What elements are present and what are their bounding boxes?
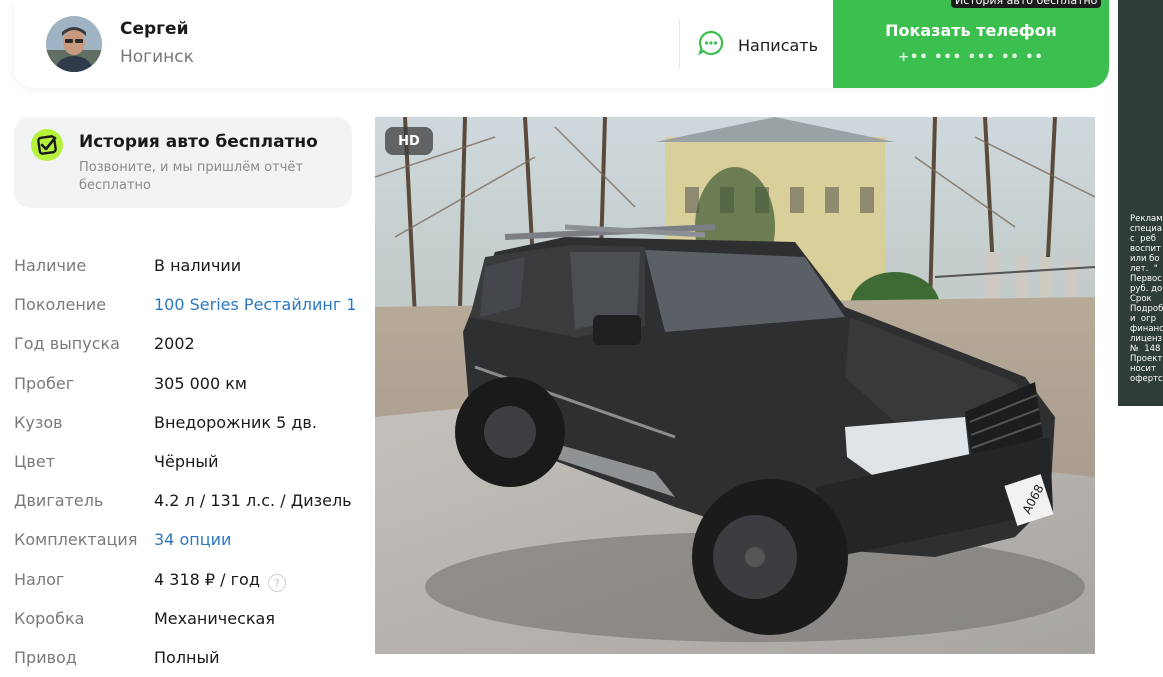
spec-row-availability: Наличие В наличии xyxy=(14,246,354,285)
show-phone-label: Показать телефон xyxy=(885,21,1057,40)
spec-label: Двигатель xyxy=(14,491,104,511)
spec-label: Пробег xyxy=(14,373,75,393)
spec-row-tax: Налог 4 318 ₽ / год? xyxy=(14,560,354,599)
masked-phone: +•• ••• ••• •• •• xyxy=(898,50,1044,65)
spec-value-wrap: 4 318 ₽ / год? xyxy=(154,570,286,592)
spec-row-generation: Поколение 100 Series Рестайлинг 1 xyxy=(14,285,356,324)
car-history-banner[interactable]: История авто бесплатно Позвоните, и мы п… xyxy=(14,117,352,208)
spec-value: 305 000 км xyxy=(154,373,247,393)
seller-avatar[interactable] xyxy=(46,16,102,72)
spec-value: Чёрный xyxy=(154,451,219,471)
spec-label: Коробка xyxy=(14,608,85,628)
specs-list: Наличие В наличии Поколение 100 Series Р… xyxy=(14,246,356,677)
seller-name[interactable]: Сергей xyxy=(120,19,189,39)
spec-label: Комплектация xyxy=(14,530,138,550)
show-phone-button[interactable]: Показать телефон +•• ••• ••• •• •• xyxy=(833,0,1109,88)
ad-label: История авто бесплатно xyxy=(951,0,1102,8)
spec-label: Кузов xyxy=(14,412,63,432)
spec-value: 4 318 ₽ / год xyxy=(154,569,260,589)
spec-row-equipment: Комплектация 34 опции xyxy=(14,520,354,559)
history-title: История авто бесплатно xyxy=(79,132,318,152)
seller-city: Ногинск xyxy=(120,47,194,67)
write-message-label: Написать xyxy=(738,35,819,55)
hd-badge: HD xyxy=(385,127,433,155)
spec-label: Год выпуска xyxy=(14,334,120,354)
help-icon[interactable]: ? xyxy=(267,573,286,592)
spec-value: Механическая xyxy=(154,608,275,628)
spec-label: Налог xyxy=(14,569,65,589)
history-subtitle: Позвоните, и мы пришлём отчёт бесплатно xyxy=(79,160,303,193)
equipment-link[interactable]: 34 опции xyxy=(154,530,231,549)
side-ad-text: Реклам специа с реб воспит или бо лет. "… xyxy=(1130,214,1163,384)
spec-value: 2002 xyxy=(154,334,195,354)
spec-label: Наличие xyxy=(14,256,87,275)
car-photo-illustration: А068 xyxy=(375,117,1095,654)
spec-label: Поколение xyxy=(14,295,107,315)
spec-value: Внедорожник 5 дв. xyxy=(154,412,317,432)
seller-card: Сергей Ногинск Написать Показать телефон… xyxy=(14,0,1109,88)
spec-row-drive: Привод Полный xyxy=(14,638,354,677)
spec-value: В наличии xyxy=(154,256,242,275)
car-photo[interactable]: А068 HD xyxy=(375,117,1095,654)
spec-label: Цвет xyxy=(14,451,56,471)
spec-row-gearbox: Коробка Механическая xyxy=(14,599,354,638)
spec-row-color: Цвет Чёрный xyxy=(14,442,354,481)
generation-link[interactable]: 100 Series Рестайлинг 1 xyxy=(154,295,356,314)
spec-row-year: Год выпуска 2002 xyxy=(14,324,354,363)
chat-icon xyxy=(698,30,724,60)
side-advertisement[interactable]: Реклам специа с реб воспит или бо лет. "… xyxy=(1118,0,1163,406)
spec-row-mileage: Пробег 305 000 км xyxy=(14,364,354,403)
spec-row-body: Кузов Внедорожник 5 дв. xyxy=(14,403,354,442)
divider xyxy=(679,20,680,68)
spec-value: 4.2 л / 131 л.с. / Дизель xyxy=(154,491,352,511)
write-message-button[interactable]: Написать xyxy=(698,30,818,60)
spec-label: Привод xyxy=(14,647,77,667)
checkmark-shield-icon xyxy=(31,129,63,161)
spec-value: Полный xyxy=(154,647,220,667)
spec-row-engine: Двигатель 4.2 л / 131 л.с. / Дизель xyxy=(14,481,354,520)
